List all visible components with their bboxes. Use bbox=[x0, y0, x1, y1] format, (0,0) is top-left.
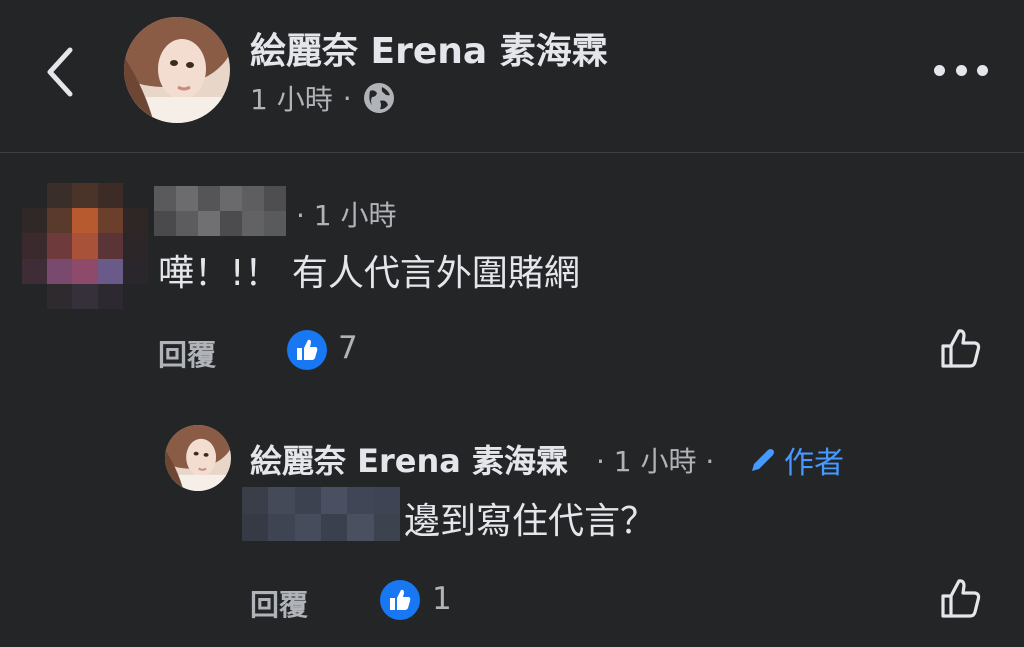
author-badge-label: 作者 bbox=[784, 446, 844, 481]
thumbs-up-icon bbox=[287, 330, 327, 370]
like-count: 1 bbox=[432, 581, 452, 617]
pencil-icon bbox=[752, 449, 774, 471]
thumbs-up-outline-icon bbox=[941, 579, 981, 618]
reaction-summary[interactable] bbox=[286, 329, 328, 371]
meta-separator: · bbox=[342, 81, 352, 115]
author-badge: 作者 bbox=[748, 438, 844, 482]
reply-author-name[interactable]: 絵麗奈 Erena 素海霖 bbox=[250, 436, 568, 482]
globe-icon bbox=[363, 83, 394, 113]
post-time: 1 小時 bbox=[250, 83, 333, 116]
chevron-left-icon bbox=[47, 47, 73, 97]
like-button[interactable] bbox=[938, 326, 984, 372]
thumbs-up-outline-icon bbox=[941, 329, 981, 368]
page-avatar[interactable] bbox=[124, 17, 230, 123]
comment-time: · 1 小時 bbox=[296, 199, 397, 232]
back-button[interactable] bbox=[40, 44, 84, 100]
like-count: 7 bbox=[338, 330, 358, 366]
like-button[interactable] bbox=[938, 576, 984, 622]
comment-text: 嘩！!！ 有人代言外圍賭網 bbox=[158, 253, 580, 294]
reaction-summary[interactable] bbox=[379, 579, 421, 621]
reply-text: 邊到寫住代言？ bbox=[404, 501, 657, 542]
commenter-avatar-blurred[interactable] bbox=[22, 183, 148, 309]
reply-button[interactable]: 回覆 bbox=[250, 582, 308, 624]
mentioned-name-blurred[interactable] bbox=[242, 487, 400, 541]
page-title[interactable]: 絵麗奈 Erena 素海霖 bbox=[250, 22, 608, 74]
more-options-button[interactable] bbox=[934, 62, 988, 78]
divider bbox=[0, 152, 1024, 153]
reply-button[interactable]: 回覆 bbox=[158, 332, 216, 374]
commenter-name-blurred[interactable] bbox=[154, 186, 286, 236]
post-meta: 1 小時 · bbox=[250, 78, 396, 118]
thumbs-up-icon bbox=[380, 580, 420, 620]
more-dots-icon bbox=[934, 64, 945, 76]
reply-author-avatar[interactable] bbox=[165, 425, 231, 491]
reply-time: · 1 小時 · bbox=[596, 445, 715, 478]
